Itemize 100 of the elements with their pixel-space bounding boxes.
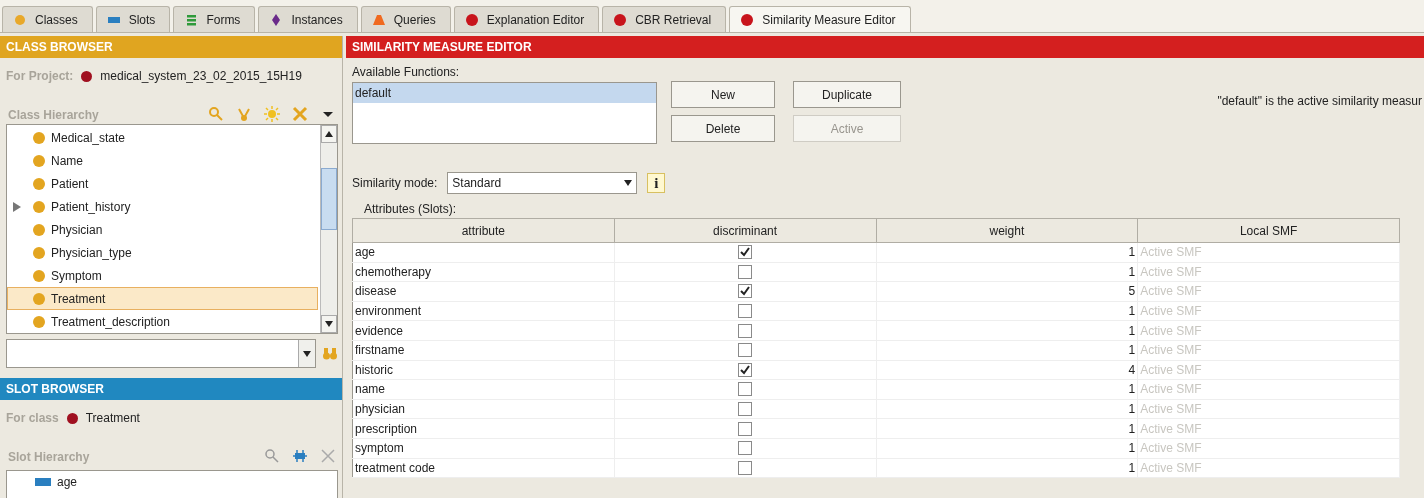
caret-icon[interactable] bbox=[303, 350, 311, 357]
table-cell: 5 bbox=[876, 281, 1138, 302]
table-cell: Active SMF bbox=[1137, 320, 1400, 341]
tab[interactable]: Similarity Measure Editor bbox=[729, 6, 911, 32]
action-button[interactable]: Duplicate bbox=[793, 81, 901, 108]
table-cell: chemotherapy bbox=[352, 262, 615, 282]
table-cell: treatment code bbox=[352, 458, 615, 478]
table-cell: 1 bbox=[876, 399, 1138, 419]
ball-icon bbox=[613, 12, 628, 27]
project-label: For Project: bbox=[6, 69, 74, 83]
table-cell: 1 bbox=[876, 262, 1138, 282]
function-item[interactable]: default bbox=[353, 83, 656, 103]
checkbox[interactable] bbox=[738, 323, 753, 338]
checkbox[interactable] bbox=[738, 245, 753, 260]
table-cell: environment bbox=[352, 301, 615, 321]
checkbox[interactable] bbox=[738, 402, 753, 417]
close-icon[interactable] bbox=[292, 106, 308, 122]
table-cell: firstname bbox=[352, 340, 615, 361]
info-button[interactable]: i bbox=[647, 173, 666, 193]
hierarchy-label: Slot Hierarchy bbox=[8, 450, 90, 464]
class-icon bbox=[33, 154, 45, 167]
class-item[interactable]: Physician bbox=[7, 218, 318, 241]
class-item[interactable]: Physician_type bbox=[7, 241, 318, 264]
mode-dropdown[interactable]: Standard bbox=[447, 172, 638, 194]
checkbox[interactable] bbox=[738, 421, 753, 436]
ball-icon bbox=[464, 12, 479, 27]
scrollbar[interactable] bbox=[320, 125, 337, 333]
column-header[interactable]: attribute bbox=[352, 218, 615, 243]
cone-icon bbox=[371, 12, 386, 27]
tab[interactable]: CBR Retrieval bbox=[602, 6, 727, 32]
checkbox[interactable] bbox=[738, 284, 753, 299]
column-header[interactable]: Local SMF bbox=[1137, 218, 1400, 243]
table-cell: 4 bbox=[876, 360, 1138, 380]
slot-icon[interactable] bbox=[292, 448, 308, 464]
table-cell: evidence bbox=[352, 320, 615, 341]
close-icon[interactable] bbox=[320, 448, 336, 464]
functions-label: Available Functions: bbox=[352, 64, 461, 81]
checkbox[interactable] bbox=[738, 441, 753, 456]
project-name: medical_system_23_02_2015_15H19 bbox=[100, 69, 302, 83]
action-button[interactable]: Delete bbox=[671, 115, 775, 142]
panel-header: CLASS BROWSER bbox=[0, 36, 342, 58]
checkbox[interactable] bbox=[738, 362, 753, 377]
table-cell: name bbox=[352, 379, 615, 400]
table-cell: Active SMF bbox=[1137, 399, 1400, 419]
action-button[interactable]: New bbox=[671, 81, 775, 108]
class-icon bbox=[33, 292, 45, 305]
checkbox[interactable] bbox=[738, 304, 753, 319]
class-name: Treatment bbox=[85, 411, 140, 425]
node-icon[interactable] bbox=[236, 106, 252, 122]
list-icon bbox=[184, 12, 199, 27]
column-header[interactable]: weight bbox=[876, 218, 1138, 243]
search-icon[interactable] bbox=[208, 106, 224, 122]
class-icon bbox=[33, 315, 45, 328]
class-item[interactable]: Patient bbox=[7, 172, 318, 195]
class-item[interactable]: Name bbox=[7, 149, 318, 172]
caret-icon bbox=[624, 180, 633, 186]
search-field[interactable] bbox=[6, 339, 316, 368]
table-cell: 1 bbox=[876, 320, 1138, 341]
search-icon[interactable] bbox=[264, 448, 280, 464]
table-cell: 1 bbox=[876, 418, 1138, 439]
binoculars-icon[interactable] bbox=[322, 345, 338, 362]
project-icon bbox=[81, 70, 93, 82]
table-cell: Active SMF bbox=[1137, 360, 1400, 380]
class-item[interactable]: Treatment_description bbox=[7, 310, 318, 333]
table-cell: 1 bbox=[876, 379, 1138, 400]
table-cell: prescription bbox=[352, 418, 615, 439]
table-cell: Active SMF bbox=[1137, 281, 1400, 302]
tab[interactable]: Slots bbox=[95, 6, 171, 32]
attributes-label: Attributes (Slots): bbox=[363, 202, 458, 218]
column-header[interactable]: discriminant bbox=[614, 218, 876, 243]
tab[interactable]: Classes bbox=[2, 6, 93, 32]
table-cell: symptom bbox=[352, 438, 615, 459]
mode-label: Similarity mode: bbox=[352, 176, 438, 190]
functions-list[interactable]: default bbox=[352, 82, 657, 144]
up-arrow-icon[interactable] bbox=[325, 131, 333, 137]
tab[interactable]: Forms bbox=[173, 6, 256, 32]
class-label: For class bbox=[6, 411, 59, 425]
table-cell: Active SMF bbox=[1137, 458, 1400, 478]
class-item[interactable]: Symptom bbox=[7, 264, 318, 287]
class-icon bbox=[33, 269, 45, 282]
checkbox[interactable] bbox=[738, 382, 753, 397]
tab[interactable]: Queries bbox=[360, 6, 451, 32]
tab[interactable]: Instances bbox=[258, 6, 358, 32]
checkbox[interactable] bbox=[738, 264, 753, 279]
class-item[interactable]: Medical_state bbox=[7, 126, 318, 149]
tab[interactable]: Explanation Editor bbox=[453, 6, 600, 32]
panel-header: SLOT BROWSER bbox=[0, 378, 342, 400]
class-item[interactable]: Patient_history bbox=[7, 195, 318, 218]
expand-icon[interactable] bbox=[13, 201, 21, 212]
class-icon bbox=[33, 131, 45, 144]
class-item[interactable]: Treatment bbox=[7, 287, 318, 310]
class-icon bbox=[33, 200, 45, 213]
panel-header: SIMILARITY MEASURE EDITOR bbox=[346, 36, 1424, 58]
checkbox[interactable] bbox=[738, 343, 753, 358]
hierarchy-label: Class Hierarchy bbox=[8, 108, 99, 122]
checkbox[interactable] bbox=[738, 460, 753, 475]
table-cell: Active SMF bbox=[1137, 379, 1400, 400]
down-arrow-icon[interactable] bbox=[325, 321, 333, 327]
class-icon bbox=[33, 177, 45, 190]
ball-icon bbox=[740, 12, 755, 27]
